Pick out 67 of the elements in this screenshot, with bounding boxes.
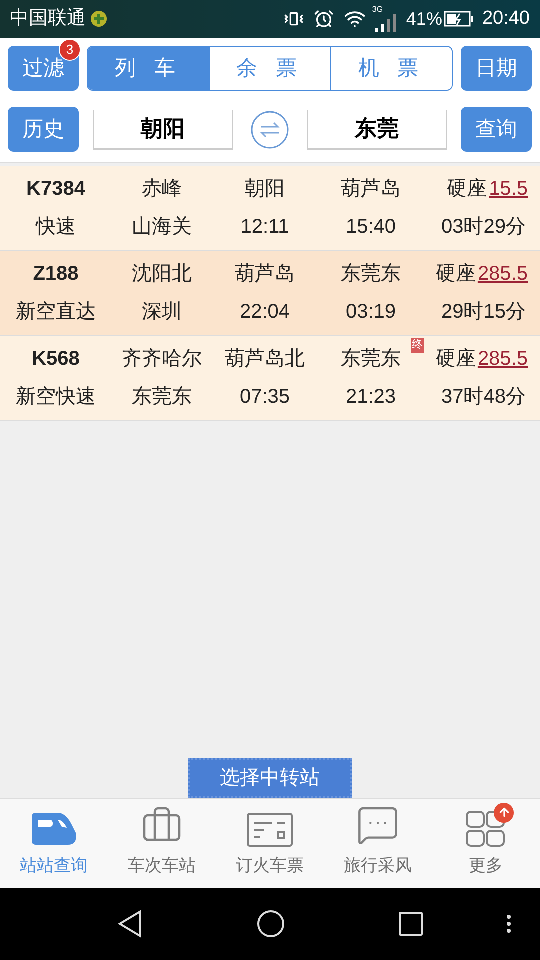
from-station-field[interactable]: 朝阳 <box>93 110 233 150</box>
arrive-station: 东莞东 <box>341 347 401 372</box>
origin-station: 赤峰 <box>141 177 183 202</box>
origin-station: 沈阳北 <box>131 262 193 287</box>
nav-tab[interactable]: 更多 <box>432 799 540 888</box>
date-button[interactable]: 日期 <box>461 46 532 91</box>
price-link[interactable]: 285.5 <box>478 344 528 374</box>
count-badge: 3 <box>59 39 81 61</box>
train-row[interactable]: Z188 沈阳北 葫芦岛 东莞东 硬座285.5 新空直达 深圳 22:04 03:19 29时15分 <box>0 251 540 336</box>
train-number: K568 <box>31 347 81 372</box>
alarm-icon <box>314 9 334 29</box>
back-icon[interactable] <box>117 910 143 938</box>
swap-icon[interactable] <box>250 110 290 150</box>
train-type: 新空快速 <box>15 385 97 410</box>
train-number: Z188 <box>32 262 80 287</box>
to-station-field[interactable]: 东莞 <box>307 110 447 150</box>
price-link[interactable]: 285.5 <box>478 259 528 289</box>
nav-tab[interactable]: 订火车票 <box>216 799 324 888</box>
nav-tab[interactable]: 站站查询 <box>0 799 108 888</box>
seat-type: 硬座 <box>436 347 476 372</box>
ticket-icon <box>247 812 293 846</box>
home-icon[interactable] <box>257 910 285 938</box>
terminus-station: 东莞东 <box>131 385 193 410</box>
battery-percent: 41% <box>406 8 442 30</box>
transfer-station-button[interactable]: 选择中转站 <box>188 758 352 798</box>
seat-type: 硬座 <box>447 177 488 202</box>
signal-icon <box>374 14 396 32</box>
carrier-name: 中国联通 <box>10 6 86 31</box>
clock: 20:40 <box>482 6 530 31</box>
app-icon <box>90 10 108 28</box>
depart-time: 12:11 <box>240 215 290 240</box>
travel-duration: 37时48分 <box>440 385 527 410</box>
recents-icon[interactable] <box>399 912 423 936</box>
arrive-time: 21:23 <box>344 385 398 410</box>
arrive-time: 15:40 <box>344 215 398 240</box>
train-icon <box>30 810 78 846</box>
tab[interactable]: 机 票 <box>330 47 452 90</box>
price-link[interactable]: 15.5 <box>489 174 528 204</box>
network-type: 3G <box>372 6 384 14</box>
history-button[interactable]: 历史 <box>8 107 79 152</box>
terminal-badge: 终 <box>411 338 424 353</box>
arrive-station: 葫芦岛 <box>341 177 401 202</box>
travel-duration: 29时15分 <box>440 300 527 325</box>
depart-station: 朝阳 <box>244 177 286 202</box>
terminus-station: 深圳 <box>141 300 183 325</box>
depart-station: 葫芦岛 <box>234 262 296 287</box>
seat-type: 硬座 <box>436 262 476 287</box>
nav-tab[interactable]: 车次车站 <box>108 799 216 888</box>
terminus-station: 山海关 <box>131 215 193 240</box>
train-row[interactable]: K7384 赤峰 朝阳 葫芦岛 硬座15.5 快速 山海关 12:11 15:40 03时29分 <box>0 166 540 251</box>
more-options-icon[interactable] <box>506 914 512 934</box>
train-number: K7384 <box>26 177 86 202</box>
search-button[interactable]: 查询 <box>461 107 532 152</box>
depart-station: 葫芦岛北 <box>224 347 306 372</box>
train-row[interactable]: K568 齐齐哈尔 葫芦岛北 东莞东 终 硬座285.5 新空快速 东莞东 07:35 21:23 37时48分 <box>0 336 540 421</box>
grid-icon <box>466 810 506 846</box>
origin-station: 齐齐哈尔 <box>121 347 203 372</box>
battery-icon <box>444 11 474 27</box>
depart-time: 07:35 <box>238 385 292 410</box>
arrive-station: 东莞东 <box>341 262 401 287</box>
train-type: 快速 <box>34 215 77 240</box>
arrive-time: 03:19 <box>344 300 398 325</box>
travel-duration: 03时29分 <box>440 215 527 240</box>
nav-tab[interactable]: 旅行采风 <box>324 799 432 888</box>
depart-time: 22:04 <box>238 300 292 325</box>
train-type: 新空直达 <box>15 300 97 325</box>
tab[interactable]: 列 车 <box>88 47 209 90</box>
